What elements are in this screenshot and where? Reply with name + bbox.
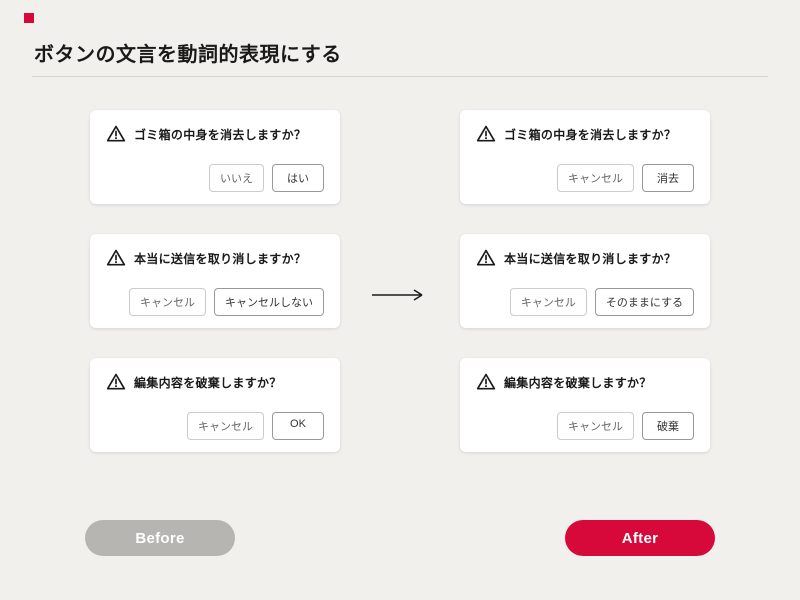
dialog-title: 本当に送信を取り消しますか？: [504, 250, 676, 267]
cancel-button[interactable]: キャンセル: [557, 164, 634, 192]
cancel-button[interactable]: キャンセル: [187, 412, 264, 440]
dialog-header: ゴミ箱の中身を消去しますか？: [476, 124, 694, 144]
warning-icon: [476, 124, 496, 144]
dialog-card: ゴミ箱の中身を消去しますか？ キャンセル 消去: [460, 110, 710, 204]
cancel-button[interactable]: キャンセル: [129, 288, 206, 316]
dialog-actions: キャンセル そのままにする: [476, 288, 694, 316]
dialog-title: ゴミ箱の中身を消去しますか？: [134, 126, 306, 143]
dialog-title: 本当に送信を取り消しますか？: [134, 250, 306, 267]
warning-icon: [476, 372, 496, 392]
confirm-button[interactable]: 破棄: [642, 412, 694, 440]
dialog-header: 本当に送信を取り消しますか？: [476, 248, 694, 268]
arrow-right-icon: [370, 285, 430, 305]
confirm-button[interactable]: そのままにする: [595, 288, 694, 316]
dialog-header: ゴミ箱の中身を消去しますか？: [106, 124, 324, 144]
dialog-card: 本当に送信を取り消しますか？ キャンセル そのままにする: [460, 234, 710, 328]
confirm-button[interactable]: OK: [272, 412, 324, 440]
label-row: Before After: [0, 520, 800, 556]
dialog-card: ゴミ箱の中身を消去しますか？ いいえ はい: [90, 110, 340, 204]
dialog-card: 編集内容を破棄しますか？ キャンセル OK: [90, 358, 340, 452]
dialog-header: 本当に送信を取り消しますか？: [106, 248, 324, 268]
dialog-header: 編集内容を破棄しますか？: [106, 372, 324, 392]
dialog-actions: キャンセル 消去: [476, 164, 694, 192]
after-label: After: [565, 520, 715, 556]
after-column: ゴミ箱の中身を消去しますか？ キャンセル 消去 本当に送信を取り消しますか？ キ…: [460, 110, 710, 452]
comparison-columns: ゴミ箱の中身を消去しますか？ いいえ はい 本当に送信を取り消しますか？ キャン…: [0, 110, 800, 452]
dialog-card: 編集内容を破棄しますか？ キャンセル 破棄: [460, 358, 710, 452]
dialog-actions: キャンセル 破棄: [476, 412, 694, 440]
divider: [32, 76, 768, 77]
cancel-button[interactable]: いいえ: [209, 164, 264, 192]
page-title: ボタンの文言を動詞的表現にする: [34, 38, 342, 67]
warning-icon: [106, 372, 126, 392]
dialog-actions: キャンセル OK: [106, 412, 324, 440]
dialog-title: 編集内容を破棄しますか？: [134, 374, 282, 391]
confirm-button[interactable]: はい: [272, 164, 324, 192]
before-label: Before: [85, 520, 235, 556]
cancel-button[interactable]: キャンセル: [557, 412, 634, 440]
dialog-actions: いいえ はい: [106, 164, 324, 192]
warning-icon: [106, 248, 126, 268]
dialog-title: 編集内容を破棄しますか？: [504, 374, 652, 391]
warning-icon: [476, 248, 496, 268]
dialog-title: ゴミ箱の中身を消去しますか？: [504, 126, 676, 143]
dialog-header: 編集内容を破棄しますか？: [476, 372, 694, 392]
confirm-button[interactable]: 消去: [642, 164, 694, 192]
warning-icon: [106, 124, 126, 144]
cancel-button[interactable]: キャンセル: [510, 288, 587, 316]
before-column: ゴミ箱の中身を消去しますか？ いいえ はい 本当に送信を取り消しますか？ キャン…: [90, 110, 340, 452]
accent-square: [24, 13, 34, 23]
dialog-actions: キャンセル キャンセルしない: [106, 288, 324, 316]
dialog-card: 本当に送信を取り消しますか？ キャンセル キャンセルしない: [90, 234, 340, 328]
confirm-button[interactable]: キャンセルしない: [214, 288, 324, 316]
